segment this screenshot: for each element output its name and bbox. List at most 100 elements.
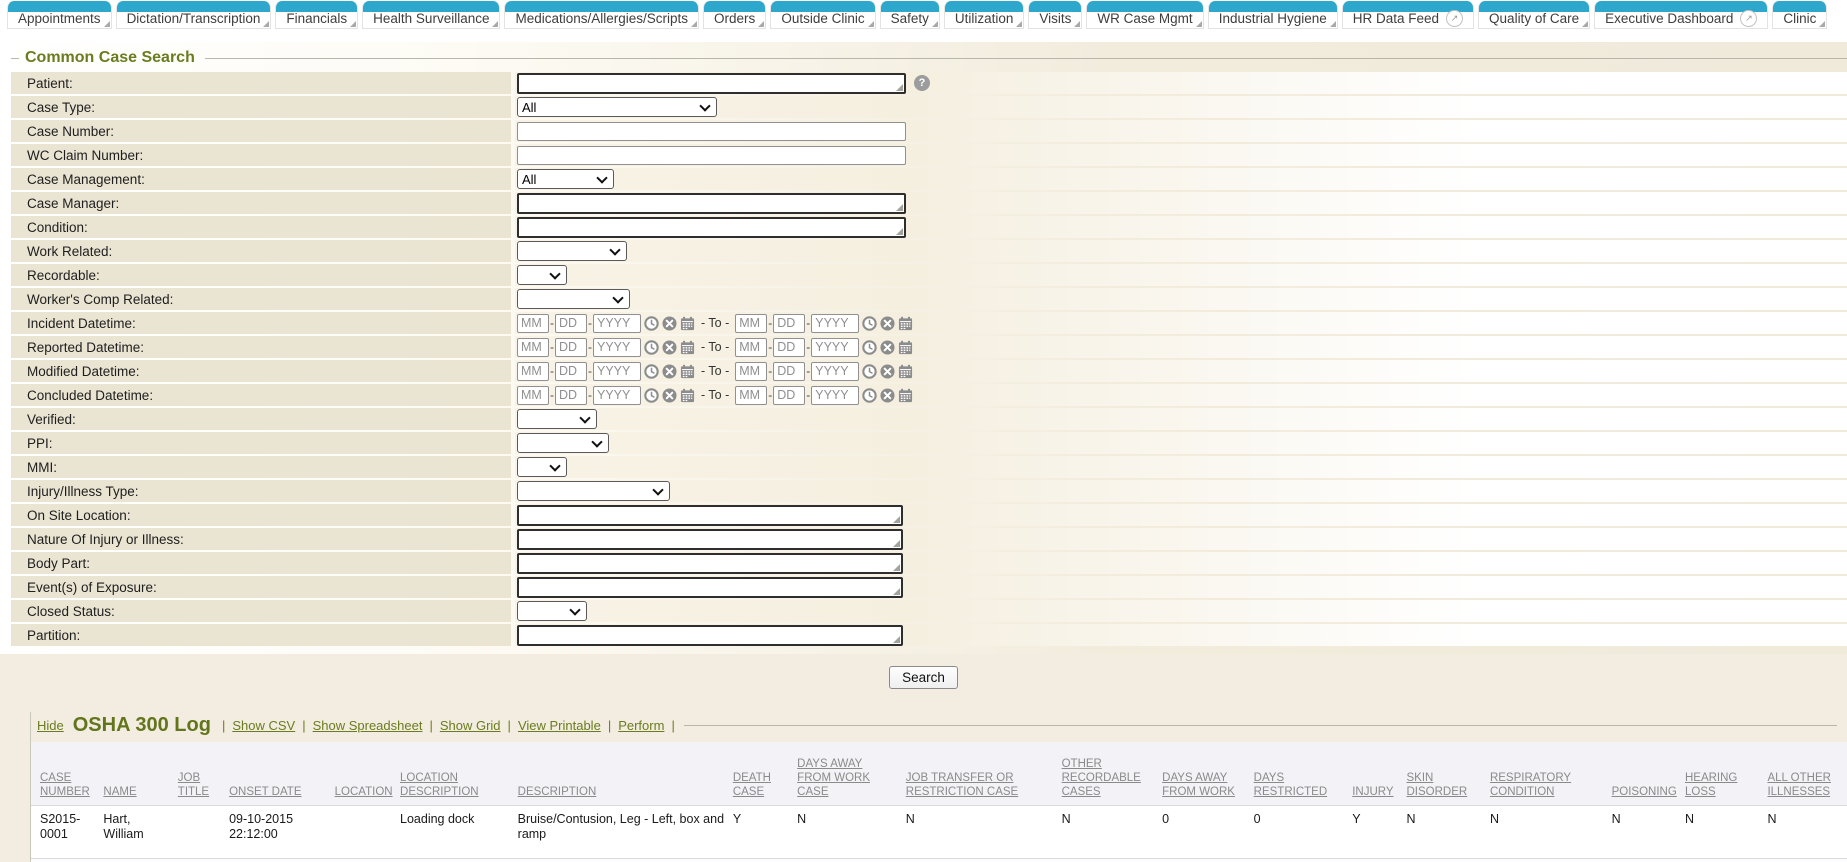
calendar-icon[interactable] bbox=[680, 364, 695, 379]
closed-status-select[interactable] bbox=[517, 601, 587, 621]
clear-icon[interactable] bbox=[662, 340, 677, 355]
column-header-days-restricted[interactable]: DAYS RESTRICTED bbox=[1254, 742, 1353, 806]
work-related-select[interactable] bbox=[517, 241, 627, 261]
clock-icon[interactable] bbox=[644, 364, 659, 379]
view-printable-link[interactable]: View Printable bbox=[518, 718, 601, 733]
tab-clinic[interactable]: Clinic bbox=[1772, 1, 1827, 29]
body-part-input[interactable] bbox=[517, 553, 903, 574]
incident-datetime-from-day-input[interactable] bbox=[555, 314, 587, 333]
column-header-days-away-from-work-case[interactable]: DAYS AWAY FROM WORK CASE bbox=[797, 742, 906, 806]
on-site-location-input[interactable] bbox=[517, 505, 903, 526]
column-header-all-other-illnesses[interactable]: ALL OTHER ILLNESSES bbox=[1767, 742, 1847, 806]
reported-datetime-to-day-input[interactable] bbox=[773, 338, 805, 357]
column-header-location[interactable]: LOCATION bbox=[335, 742, 400, 806]
tab-utilization[interactable]: Utilization bbox=[944, 1, 1025, 29]
column-header-days-away-from-work[interactable]: DAYS AWAY FROM WORK bbox=[1162, 742, 1254, 806]
concluded-datetime-from-day-input[interactable] bbox=[555, 386, 587, 405]
reported-datetime-from-month-input[interactable] bbox=[517, 338, 549, 357]
case-manager-input[interactable] bbox=[517, 193, 906, 214]
incident-datetime-from-month-input[interactable] bbox=[517, 314, 549, 333]
concluded-datetime-to-day-input[interactable] bbox=[773, 386, 805, 405]
modified-datetime-from-day-input[interactable] bbox=[555, 362, 587, 381]
concluded-datetime-from-month-input[interactable] bbox=[517, 386, 549, 405]
incident-datetime-from-year-input[interactable] bbox=[593, 314, 641, 333]
calendar-icon[interactable] bbox=[680, 340, 695, 355]
hide-link[interactable]: Hide bbox=[37, 718, 64, 733]
column-header-other-recordable-cases[interactable]: OTHER RECORDABLE CASES bbox=[1062, 742, 1163, 806]
column-header-job-transfer-or-restriction-case[interactable]: JOB TRANSFER OR RESTRICTION CASE bbox=[906, 742, 1062, 806]
calendar-icon[interactable] bbox=[680, 388, 695, 403]
reported-datetime-from-year-input[interactable] bbox=[593, 338, 641, 357]
column-header-job-title[interactable]: JOB TITLE bbox=[178, 742, 229, 806]
recordable-select[interactable] bbox=[517, 265, 567, 285]
modified-datetime-from-month-input[interactable] bbox=[517, 362, 549, 381]
tab-industrial-hygiene[interactable]: Industrial Hygiene bbox=[1208, 1, 1338, 29]
clock-icon[interactable] bbox=[862, 340, 877, 355]
tab-outside-clinic[interactable]: Outside Clinic bbox=[770, 1, 875, 29]
column-header-poisoning[interactable]: POISONING bbox=[1612, 742, 1685, 806]
clock-icon[interactable] bbox=[644, 316, 659, 331]
column-header-injury[interactable]: INJURY bbox=[1352, 742, 1406, 806]
case-type-select[interactable]: All bbox=[517, 97, 717, 117]
show-spreadsheet-link[interactable]: Show Spreadsheet bbox=[313, 718, 423, 733]
reported-datetime-from-day-input[interactable] bbox=[555, 338, 587, 357]
injury-illness-type-select[interactable] bbox=[517, 481, 670, 501]
help-icon[interactable]: ? bbox=[914, 75, 930, 91]
tab-executive-dashboard[interactable]: Executive Dashboard↗ bbox=[1594, 1, 1768, 29]
clear-icon[interactable] bbox=[662, 316, 677, 331]
column-header-skin-disorder[interactable]: SKIN DISORDER bbox=[1406, 742, 1489, 806]
incident-datetime-to-month-input[interactable] bbox=[735, 314, 767, 333]
mmi-select[interactable] bbox=[517, 457, 567, 477]
table-row[interactable]: S2015-0001Hart, William09-10-2015 22:12:… bbox=[31, 806, 1847, 859]
column-header-case-number[interactable]: CASE NUMBER bbox=[31, 742, 103, 806]
external-link-icon[interactable]: ↗ bbox=[1740, 10, 1757, 27]
column-header-respiratory-condition[interactable]: RESPIRATORY CONDITION bbox=[1490, 742, 1612, 806]
tab-safety[interactable]: Safety bbox=[880, 1, 940, 29]
worker-s-comp-related-select[interactable] bbox=[517, 289, 630, 309]
concluded-datetime-to-month-input[interactable] bbox=[735, 386, 767, 405]
clear-icon[interactable] bbox=[880, 388, 895, 403]
column-header-name[interactable]: NAME bbox=[103, 742, 177, 806]
clock-icon[interactable] bbox=[862, 388, 877, 403]
show-csv-link[interactable]: Show CSV bbox=[232, 718, 295, 733]
tab-appointments[interactable]: Appointments bbox=[7, 1, 112, 29]
case-management-select[interactable]: All bbox=[517, 169, 614, 189]
external-link-icon[interactable]: ↗ bbox=[1446, 10, 1463, 27]
tab-medications-allergies-scripts[interactable]: Medications/Allergies/Scripts bbox=[504, 1, 699, 29]
clock-icon[interactable] bbox=[862, 364, 877, 379]
incident-datetime-to-day-input[interactable] bbox=[773, 314, 805, 333]
partition-input[interactable] bbox=[517, 625, 903, 646]
condition-input[interactable] bbox=[517, 217, 906, 238]
search-button[interactable]: Search bbox=[889, 666, 958, 689]
modified-datetime-from-year-input[interactable] bbox=[593, 362, 641, 381]
tab-quality-of-care[interactable]: Quality of Care bbox=[1478, 1, 1590, 29]
tab-wr-case-mgmt[interactable]: WR Case Mgmt bbox=[1086, 1, 1203, 29]
column-header-onset-date[interactable]: ONSET DATE bbox=[229, 742, 335, 806]
column-header-location-description[interactable]: LOCATION DESCRIPTION bbox=[400, 742, 518, 806]
tab-health-surveillance[interactable]: Health Surveillance bbox=[362, 1, 500, 29]
verified-select[interactable] bbox=[517, 409, 597, 429]
clear-icon[interactable] bbox=[662, 388, 677, 403]
clear-icon[interactable] bbox=[880, 316, 895, 331]
clock-icon[interactable] bbox=[862, 316, 877, 331]
column-header-hearing-loss[interactable]: HEARING LOSS bbox=[1685, 742, 1767, 806]
reported-datetime-to-year-input[interactable] bbox=[811, 338, 859, 357]
event-s-of-exposure-input[interactable] bbox=[517, 577, 903, 598]
case-number-input[interactable] bbox=[517, 122, 906, 141]
modified-datetime-to-month-input[interactable] bbox=[735, 362, 767, 381]
patient-input[interactable] bbox=[517, 73, 906, 94]
calendar-icon[interactable] bbox=[898, 340, 913, 355]
calendar-icon[interactable] bbox=[898, 364, 913, 379]
modified-datetime-to-day-input[interactable] bbox=[773, 362, 805, 381]
tab-dictation-transcription[interactable]: Dictation/Transcription bbox=[116, 1, 272, 29]
wc-claim-number-input[interactable] bbox=[517, 146, 906, 165]
modified-datetime-to-year-input[interactable] bbox=[811, 362, 859, 381]
clear-icon[interactable] bbox=[880, 340, 895, 355]
tab-financials[interactable]: Financials bbox=[275, 1, 358, 29]
tab-visits[interactable]: Visits bbox=[1028, 1, 1082, 29]
perform-link[interactable]: Perform bbox=[618, 718, 664, 733]
show-grid-link[interactable]: Show Grid bbox=[440, 718, 501, 733]
clear-icon[interactable] bbox=[880, 364, 895, 379]
tab-orders[interactable]: Orders bbox=[703, 1, 766, 29]
calendar-icon[interactable] bbox=[680, 316, 695, 331]
